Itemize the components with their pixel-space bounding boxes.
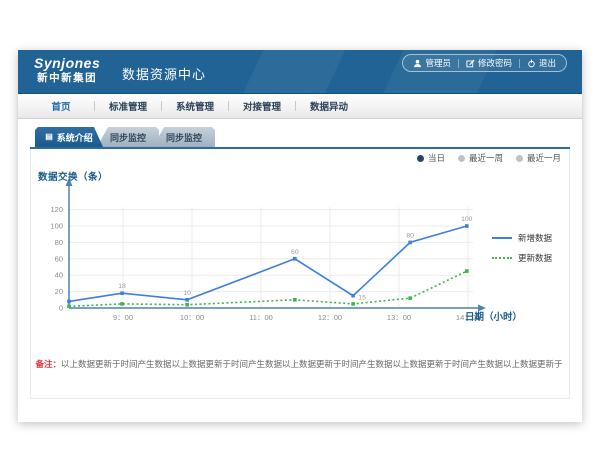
nav-item-interface-mgmt[interactable]: 对接管理 <box>229 99 295 113</box>
user-menu: 管理员 修改密码 退出 <box>402 54 567 72</box>
y-tick-label: 0 <box>59 304 63 313</box>
logo: Synjones 新中新集团 <box>34 55 100 85</box>
change-password-label: 修改密码 <box>478 57 512 69</box>
tab-sync-monitor-2[interactable]: 同步监控 <box>153 127 215 147</box>
y-axis-title: 数据交换（条） <box>38 169 108 183</box>
chart-legend: 新增数据 更新数据 <box>492 232 552 272</box>
data-point-marker <box>185 298 189 302</box>
page-title: 数据资源中心 <box>122 64 206 83</box>
data-point-label: 10 <box>183 290 191 297</box>
radio-icon <box>458 155 465 162</box>
data-point-marker <box>408 296 412 300</box>
data-point-marker <box>120 291 124 295</box>
nav-item-data-change[interactable]: 数据异动 <box>296 99 362 113</box>
x-axis-title: 日期（小时） <box>465 309 522 323</box>
document-icon: ▤ <box>45 133 53 141</box>
legend-label: 新增数据 <box>518 232 552 244</box>
data-point-marker <box>465 224 469 228</box>
dotted-line-swatch <box>492 257 512 259</box>
radio-selected-icon <box>417 155 424 162</box>
nav-item-system-mgmt[interactable]: 系统管理 <box>162 99 228 113</box>
nav-item-home[interactable]: 首页 <box>28 99 94 113</box>
tab-label: 同步监控 <box>110 131 146 144</box>
series-line <box>69 271 467 306</box>
header: Synjones 新中新集团 数据资源中心 管理员 <box>18 50 582 94</box>
y-tick-label: 40 <box>55 271 63 280</box>
data-point-marker <box>120 302 124 306</box>
logout-button[interactable]: 退出 <box>520 57 563 69</box>
time-filter-group: 当日 最近一周 最近一月 <box>417 152 561 164</box>
tab-label: 同步监控 <box>166 131 202 144</box>
main-nav: 首页 标准管理 系统管理 对接管理 数据异动 <box>18 94 582 119</box>
x-tick-label: 13：00 <box>387 313 411 322</box>
legend-item-new-data: 新增数据 <box>492 232 552 244</box>
nav-item-standard-mgmt[interactable]: 标准管理 <box>95 99 161 113</box>
content-area: ▤ 系统介绍 同步监控 同步监控 当日 最近一周 <box>18 119 582 422</box>
logout-label: 退出 <box>539 57 556 69</box>
page: Synjones 新中新集团 数据资源中心 管理员 <box>0 0 600 450</box>
legend-item-update-data: 更新数据 <box>492 252 552 264</box>
data-point-label: 60 <box>291 249 299 256</box>
x-tick-label: 10：00 <box>180 313 204 322</box>
data-point-marker <box>351 294 355 298</box>
y-tick-label: 20 <box>55 287 63 296</box>
data-point-marker <box>408 241 412 245</box>
tab-sync-monitor-1[interactable]: 同步监控 <box>97 127 159 147</box>
user-icon <box>413 59 422 68</box>
change-password-button[interactable]: 修改密码 <box>459 57 519 69</box>
admin-button[interactable]: 管理员 <box>406 57 458 69</box>
tab-label: 系统介绍 <box>57 131 93 144</box>
filter-last-month[interactable]: 最近一月 <box>516 152 561 164</box>
logo-primary: Synjones <box>34 55 100 71</box>
data-point-label: 15 <box>358 295 366 302</box>
data-point-label: 100 <box>461 216 473 223</box>
filter-today[interactable]: 当日 <box>417 152 445 164</box>
footnote-prefix: 备注： <box>35 359 61 369</box>
tab-system-intro[interactable]: ▤ 系统介绍 <box>35 127 103 147</box>
tab-bar: ▤ 系统介绍 同步监控 同步监控 <box>35 127 215 147</box>
x-tick-label: 11：00 <box>249 313 273 322</box>
filter-last-week[interactable]: 最近一周 <box>458 152 503 164</box>
filter-label: 最近一月 <box>527 152 561 164</box>
y-tick-label: 120 <box>50 205 63 214</box>
data-point-marker <box>67 305 71 309</box>
filter-label: 最近一周 <box>469 152 503 164</box>
legend-label: 更新数据 <box>518 252 552 264</box>
app-window: Synjones 新中新集团 数据资源中心 管理员 <box>18 50 582 422</box>
data-point-marker <box>67 300 71 304</box>
power-icon <box>527 59 536 68</box>
edit-icon <box>466 59 475 68</box>
admin-label: 管理员 <box>425 57 451 69</box>
filter-label: 当日 <box>428 152 445 164</box>
data-point-marker <box>351 302 355 306</box>
y-tick-label: 80 <box>55 238 63 247</box>
line-chart: 0 20 40 60 80 100 120 9：00 10：00 11：00 12：00 13：00 1… <box>25 161 570 329</box>
data-point-marker <box>293 298 297 302</box>
x-tick-label: 12：00 <box>318 313 342 322</box>
data-point-marker <box>185 303 189 307</box>
logo-secondary: 新中新集团 <box>34 71 100 85</box>
solid-line-swatch <box>492 237 512 239</box>
x-tick-label: 9：00 <box>113 313 133 322</box>
data-point-marker <box>293 257 297 261</box>
radio-icon <box>516 155 523 162</box>
y-tick-label: 100 <box>50 222 63 231</box>
data-point-label: 80 <box>406 232 414 239</box>
data-point-marker <box>465 269 469 273</box>
footnote: 备注：以上数据更新于时间产生数据以上数据更新于时间产生数据以上数据更新于时间产生… <box>30 358 568 370</box>
footnote-text: 以上数据更新于时间产生数据以上数据更新于时间产生数据以上数据更新于时间产生数据以… <box>61 359 563 369</box>
data-point-label: 18 <box>118 283 126 290</box>
y-tick-label: 60 <box>55 254 63 263</box>
